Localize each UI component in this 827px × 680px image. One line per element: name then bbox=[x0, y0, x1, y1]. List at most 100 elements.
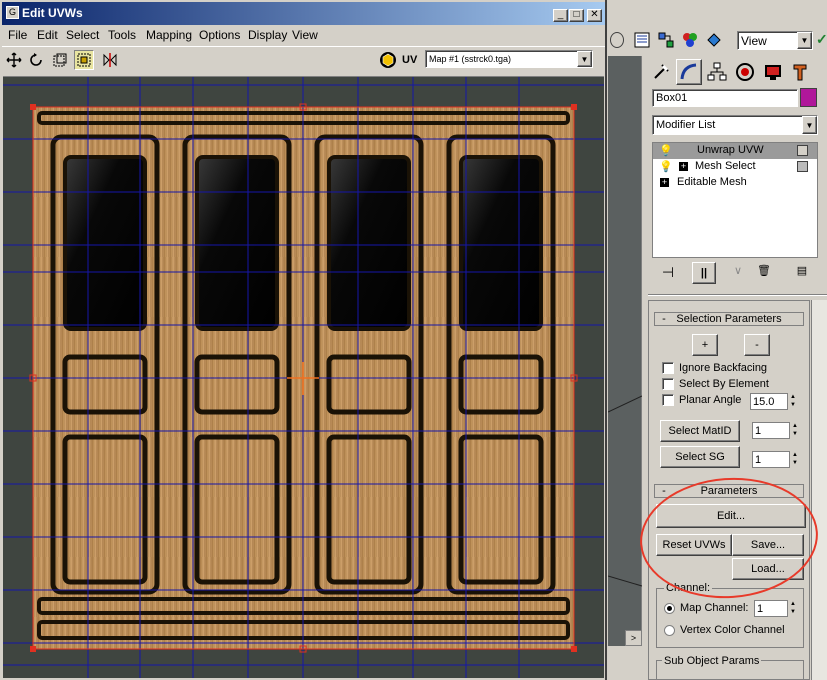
modifier-stack: 💡 Unwrap UVW 💡 + Mesh Select + Editable … bbox=[652, 142, 818, 258]
select-matid-button[interactable]: Select MatID bbox=[660, 420, 740, 442]
motion-icon[interactable] bbox=[732, 59, 758, 85]
vertex-color-radio[interactable] bbox=[664, 625, 675, 636]
stack-item-toggle[interactable] bbox=[797, 145, 808, 156]
toolbar-icon-a[interactable] bbox=[610, 32, 624, 48]
hierarchy-icon[interactable] bbox=[704, 59, 730, 85]
move-icon[interactable] bbox=[4, 50, 24, 70]
display-icon[interactable] bbox=[760, 59, 786, 85]
ignore-backfacing-label: Ignore Backfacing bbox=[679, 362, 768, 374]
menu-options[interactable]: Options bbox=[199, 28, 240, 42]
spinner-arrows-icon[interactable]: ▲ ▼ bbox=[788, 393, 798, 410]
planar-angle-label: Planar Angle bbox=[679, 394, 742, 406]
stack-item-unwrap-uvw[interactable]: 💡 Unwrap UVW bbox=[653, 143, 817, 159]
title-bar[interactable]: G Edit UVWs _ □ ✕ bbox=[2, 2, 605, 25]
menu-view[interactable]: View bbox=[292, 28, 318, 42]
spinner-arrows-icon[interactable]: ▲ ▼ bbox=[790, 451, 800, 468]
chevron-down-icon[interactable]: ▼ bbox=[797, 32, 812, 49]
schematic-icon[interactable] bbox=[658, 32, 674, 48]
menu-edit[interactable]: Edit bbox=[37, 28, 58, 42]
map-channel-label: Map Channel: bbox=[680, 602, 749, 614]
menu-display[interactable]: Display bbox=[248, 28, 287, 42]
render-view-value: View bbox=[741, 33, 767, 48]
map-select[interactable]: Map #1 (sstrck0.tga) ▼ bbox=[425, 50, 593, 68]
quick-render-icon[interactable]: ✓ bbox=[816, 31, 827, 50]
render-setup-icon[interactable] bbox=[706, 32, 722, 48]
menu-bar: File Edit Select Tools Mapping Options D… bbox=[2, 25, 605, 45]
menu-mapping[interactable]: Mapping bbox=[146, 28, 192, 42]
utilities-icon[interactable] bbox=[788, 59, 814, 85]
grow-selection-button[interactable]: + bbox=[692, 334, 718, 356]
pin-stack-icon[interactable]: ⊣ bbox=[658, 264, 678, 284]
map-select-value: Map #1 (sstrck0.tga) bbox=[429, 54, 512, 64]
shrink-selection-button[interactable]: - bbox=[744, 334, 770, 356]
stack-item-label: Unwrap UVW bbox=[697, 144, 764, 156]
mirror-icon[interactable] bbox=[100, 50, 120, 70]
menu-tools[interactable]: Tools bbox=[108, 28, 136, 42]
uvw-toolbar: UV Map #1 (sstrck0.tga) ▼ bbox=[2, 46, 605, 74]
expand-icon[interactable]: + bbox=[660, 178, 669, 187]
rotate-icon[interactable] bbox=[26, 50, 46, 70]
show-map-icon[interactable] bbox=[378, 50, 398, 70]
select-sg-button[interactable]: Select SG bbox=[660, 446, 740, 468]
map-channel-radio[interactable] bbox=[664, 603, 675, 614]
sg-value[interactable]: 1 bbox=[752, 451, 790, 468]
create-icon[interactable] bbox=[648, 59, 674, 85]
spinner-arrows-icon[interactable]: ▲ ▼ bbox=[790, 422, 800, 439]
lightbulb-icon[interactable]: 💡 bbox=[659, 160, 673, 173]
stack-item-mesh-select[interactable]: 💡 + Mesh Select bbox=[653, 159, 817, 175]
remove-modifier-icon[interactable]: 🗑 bbox=[754, 264, 774, 284]
close-button[interactable]: ✕ bbox=[587, 9, 602, 22]
sg-spinner[interactable]: 1 ▲ ▼ bbox=[752, 451, 800, 468]
object-name: Box01 bbox=[656, 92, 688, 104]
lightbulb-icon[interactable]: 💡 bbox=[659, 144, 673, 157]
stack-item-label: Mesh Select bbox=[695, 160, 756, 172]
maximize-button[interactable]: □ bbox=[569, 9, 584, 22]
map-channel-spinner[interactable]: 1 ▲ ▼ bbox=[754, 600, 798, 617]
show-end-result-icon[interactable]: || bbox=[692, 262, 716, 284]
configure-sets-icon[interactable]: ▤ bbox=[792, 264, 812, 284]
edit-uvws-window: G Edit UVWs _ □ ✕ File Edit Select Tools… bbox=[0, 0, 607, 680]
scale-icon[interactable] bbox=[50, 50, 70, 70]
make-unique-icon[interactable]: ∨ bbox=[728, 264, 748, 284]
expand-icon[interactable]: + bbox=[679, 162, 688, 171]
list-icon[interactable] bbox=[634, 32, 650, 48]
map-channel-value[interactable]: 1 bbox=[754, 600, 788, 617]
planar-angle-value[interactable]: 15.0 bbox=[750, 393, 788, 410]
chevron-down-icon[interactable]: ▼ bbox=[802, 116, 817, 134]
collapse-icon: - bbox=[662, 313, 666, 325]
sub-object-params-label: Sub Object Params bbox=[662, 655, 762, 667]
vertex-color-label: Vertex Color Channel bbox=[680, 624, 785, 636]
rollout-title: Selection Parameters bbox=[676, 313, 782, 325]
uv-editor-viewport[interactable] bbox=[3, 76, 604, 678]
chevron-down-icon[interactable]: ▼ bbox=[577, 51, 592, 67]
object-color-swatch[interactable] bbox=[800, 88, 817, 107]
app-icon: G bbox=[6, 6, 19, 19]
menu-file[interactable]: File bbox=[8, 28, 27, 42]
scroll-right-arrow[interactable]: > bbox=[625, 630, 642, 646]
planar-angle-checkbox[interactable] bbox=[662, 394, 674, 406]
modifier-list-dropdown[interactable]: Modifier List ▼ bbox=[652, 115, 818, 135]
stack-divider bbox=[648, 294, 827, 296]
spinner-arrows-icon[interactable]: ▲ ▼ bbox=[788, 600, 798, 617]
menu-select[interactable]: Select bbox=[66, 28, 99, 42]
rollout-scrollbar[interactable] bbox=[811, 300, 827, 680]
stack-item-editable-mesh[interactable]: + Editable Mesh bbox=[653, 175, 817, 191]
viewport-lines bbox=[607, 395, 643, 587]
minimize-button[interactable]: _ bbox=[553, 9, 568, 22]
object-name-field[interactable]: Box01 bbox=[652, 89, 798, 107]
render-view-select[interactable]: View ▼ bbox=[737, 31, 813, 50]
stack-item-toggle[interactable] bbox=[797, 161, 808, 172]
matid-spinner[interactable]: 1 ▲ ▼ bbox=[752, 422, 800, 439]
select-by-element-checkbox[interactable] bbox=[662, 378, 674, 390]
select-by-element-label: Select By Element bbox=[679, 378, 769, 390]
selection-params-header[interactable]: - Selection Parameters bbox=[654, 312, 804, 326]
ignore-backfacing-checkbox[interactable] bbox=[662, 362, 674, 374]
stack-item-label: Editable Mesh bbox=[677, 176, 747, 188]
freeform-icon[interactable] bbox=[74, 50, 94, 70]
uv-axis-label[interactable]: UV bbox=[402, 54, 417, 66]
matid-value[interactable]: 1 bbox=[752, 422, 790, 439]
material-editor-icon[interactable] bbox=[682, 32, 698, 48]
planar-angle-spinner[interactable]: 15.0 ▲ ▼ bbox=[750, 393, 798, 410]
window-title: Edit UVWs bbox=[22, 6, 83, 20]
modify-icon[interactable] bbox=[676, 59, 702, 85]
